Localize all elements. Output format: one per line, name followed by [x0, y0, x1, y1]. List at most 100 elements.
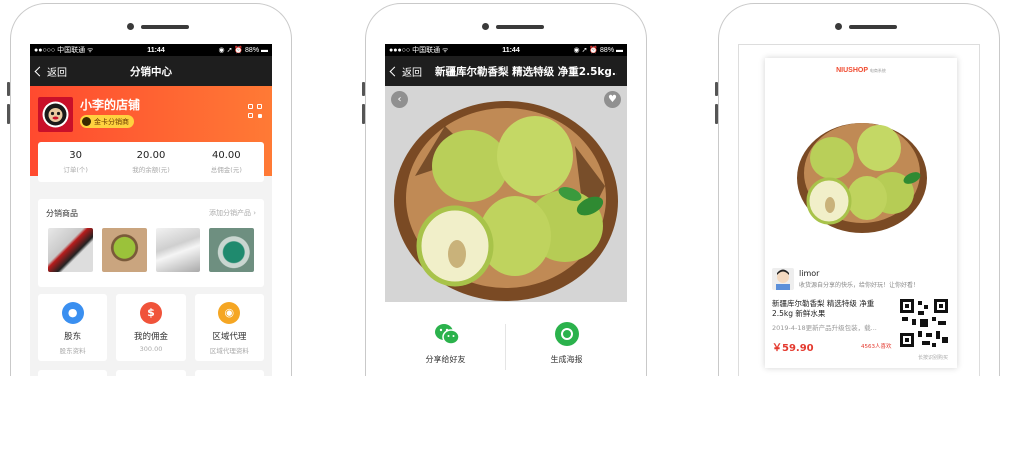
- stat-balance[interactable]: 20.00 我的余额(元): [113, 142, 188, 182]
- stat-label: 订单(个): [63, 166, 88, 174]
- speaker-bar: [496, 25, 544, 29]
- back-button[interactable]: 返回: [385, 64, 422, 79]
- goods-thumbnails: [38, 228, 264, 272]
- clock-text: 11:44: [147, 46, 165, 54]
- tile-sub: 300.00: [139, 345, 163, 353]
- product-desc: 2019-4-18更新产品升级包装，载...: [772, 324, 877, 332]
- sharer-name: limor: [799, 269, 820, 278]
- stat-value: 40.00: [212, 150, 241, 161]
- add-goods-link[interactable]: 添加分销产品 ›: [209, 208, 256, 219]
- battery-text: ◉ ➚ ⏰ 88% ▬: [573, 47, 623, 54]
- clock-text: 11:44: [502, 46, 520, 54]
- money-bag-icon: $: [139, 302, 162, 324]
- back-circle-button[interactable]: ‹: [391, 91, 408, 108]
- share-poster: NIUSHOP 电商系统 limor 收货源自分享的快乐，给你好玩！让你好看！ …: [765, 58, 957, 368]
- phone-side-button: [7, 82, 10, 96]
- location-icon: ◉: [218, 302, 241, 324]
- stat-value: 20.00: [136, 150, 166, 161]
- stat-orders[interactable]: 30 订单(个): [38, 142, 113, 182]
- share-to-friend-button[interactable]: 分享给好友: [385, 302, 506, 376]
- qr-code-icon: [898, 297, 950, 349]
- pear-basket-image: [797, 123, 927, 233]
- qr-code-icon[interactable]: [248, 104, 262, 118]
- tile-placeholder[interactable]: [194, 370, 264, 376]
- tile-title: 区域代理: [212, 332, 247, 342]
- chevron-left-icon: [34, 66, 45, 76]
- goods-header: 分销商品 添加分销产品 ›: [38, 199, 264, 228]
- battery-text: ◉ ➚ ⏰ 88% ▬: [218, 47, 268, 54]
- poster-screen: NIUSHOP 电商系统 limor 收货源自分享的快乐，给你好玩！让你好看！ …: [738, 44, 980, 376]
- phone-frame-distribution-center: ●●○○○ 中国联通 ᯤ 11:44 ◉ ➚ ⏰ 88% ▬ 返回 分销中心 小…: [10, 3, 292, 376]
- stat-value: 30: [69, 150, 83, 161]
- goods-title: 分销商品: [46, 209, 78, 218]
- phone-side-button: [7, 104, 10, 124]
- brand-logo: NIUSHOP 电商系统: [765, 67, 957, 74]
- phone-side-button: [715, 104, 718, 124]
- camera-dot: [127, 23, 134, 30]
- tile-commission[interactable]: $ 我的佣金 300.00: [116, 294, 186, 361]
- content: 小李的店铺 金卡分销商 30 订单(个) 20.00 我的余额(元) 40.00…: [30, 86, 272, 376]
- wechat-icon: [434, 322, 460, 346]
- speaker-bar: [849, 25, 897, 29]
- share-label: 生成海报: [550, 355, 583, 364]
- crown-icon: [82, 117, 91, 126]
- stat-label: 总佣金(元): [210, 166, 242, 174]
- tier-label: 金卡分销商: [94, 117, 129, 126]
- feature-tiles-row2: [38, 370, 264, 376]
- tile-placeholder[interactable]: [116, 370, 186, 376]
- tile-sub: 区域代理资料: [209, 347, 249, 355]
- generate-poster-button[interactable]: 生成海报: [506, 302, 627, 376]
- stage: ●●○○○ 中国联通 ᯤ 11:44 ◉ ➚ ⏰ 88% ▬ 返回 分销中心 小…: [0, 0, 1010, 456]
- heart-icon[interactable]: ♥: [604, 91, 621, 108]
- shop-logo: [38, 97, 73, 132]
- speaker-bar: [141, 25, 189, 29]
- person-icon: ●: [61, 302, 84, 324]
- qr-caption: 长按识别购买: [917, 355, 948, 361]
- nav-bar: 返回 分销中心: [30, 56, 272, 86]
- chevron-left-icon: [389, 66, 400, 76]
- carrier-text: ●●○○○ 中国联通 ᯤ: [34, 47, 94, 54]
- goods-thumb[interactable]: [209, 228, 254, 272]
- sharer-quote: 收货源自分享的快乐，给你好玩！让你好看！: [799, 282, 920, 289]
- pear-basket-image: [394, 101, 618, 301]
- likes-count: 4563人喜欢: [861, 344, 892, 350]
- tile-shareholder[interactable]: ● 股东 股东资料: [38, 294, 108, 361]
- stat-commission[interactable]: 40.00 总佣金(元): [189, 142, 264, 182]
- phone-frame-poster: NIUSHOP 电商系统 limor 收货源自分享的快乐，给你好玩！让你好看！ …: [718, 3, 1000, 376]
- share-label: 分享给好友: [425, 355, 466, 364]
- distribution-goods-card: 分销商品 添加分销产品 ›: [38, 199, 264, 287]
- phone-side-button: [362, 82, 365, 96]
- stat-label: 我的余额(元): [132, 166, 170, 174]
- camera-dot: [482, 23, 489, 30]
- carrier-text: ●●●○○ 中国联通 ᯤ: [389, 47, 449, 54]
- tile-regional-agent[interactable]: ◉ 区域代理 区域代理资料: [194, 294, 264, 361]
- goods-thumb[interactable]: [48, 228, 93, 272]
- share-panel: 分享给好友 生成海报: [385, 302, 627, 376]
- sharer-row: limor 收货源自分享的快乐，给你好玩！让你好看！: [772, 268, 951, 292]
- phone-side-button: [715, 82, 718, 96]
- tile-sub: 股东资料: [59, 347, 86, 355]
- avatar: [772, 268, 794, 290]
- goods-thumb[interactable]: [101, 228, 147, 272]
- product-title: 新疆库尔勒香梨 精选特级 净重2.5kg 新鲜水果: [772, 299, 875, 318]
- stats-card: 30 订单(个) 20.00 我的余额(元) 40.00 总佣金(元): [38, 142, 264, 182]
- phone-side-button: [362, 104, 365, 124]
- camera-dot: [835, 23, 842, 30]
- screen: ●●○○○ 中国联通 ᯤ 11:44 ◉ ➚ ⏰ 88% ▬ 返回 分销中心 小…: [30, 44, 272, 376]
- tile-title: 股东: [64, 332, 82, 342]
- product-price: ￥59.90: [772, 343, 814, 354]
- phone-frame-product-share: ●●●○○ 中国联通 ᯤ 11:44 ◉ ➚ ⏰ 88% ▬ 返回 新疆库尔勒香…: [365, 3, 647, 376]
- brand-name: NIUSHOP: [836, 67, 868, 74]
- shop-name: 小李的店铺: [80, 98, 141, 112]
- tile-placeholder[interactable]: [38, 370, 108, 376]
- tile-title: 我的佣金: [133, 332, 168, 342]
- screen: ●●●○○ 中国联通 ᯤ 11:44 ◉ ➚ ⏰ 88% ▬ 返回 新疆库尔勒香…: [385, 44, 627, 376]
- product-image: ‹ ♥: [385, 86, 627, 302]
- goods-thumb[interactable]: [155, 228, 201, 272]
- back-button[interactable]: 返回: [30, 64, 67, 79]
- status-bar: ●●●○○ 中国联通 ᯤ 11:44 ◉ ➚ ⏰ 88% ▬: [385, 44, 627, 56]
- nav-bar: 返回 新疆库尔勒香梨 精选特级 净重2.5kg...: [385, 56, 627, 86]
- monkey-logo-icon: [42, 101, 69, 128]
- tier-badge: 金卡分销商: [80, 115, 134, 128]
- brand-sub: 电商系统: [869, 68, 886, 73]
